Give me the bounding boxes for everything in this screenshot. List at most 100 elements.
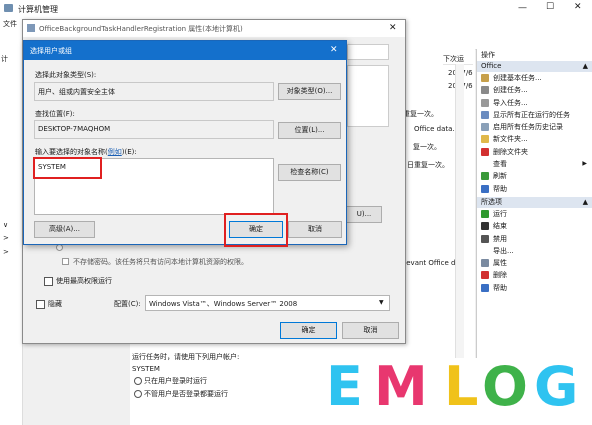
- location-label: 查找位置(F):: [35, 110, 75, 118]
- action-label: 删除文件夹: [493, 147, 528, 156]
- help-icon: [481, 184, 489, 193]
- select-users-dialog-titlebar: 选择用户或组 ✕: [24, 41, 346, 60]
- hidden-checkbox[interactable]: [36, 300, 45, 309]
- action-item[interactable]: 创建基本任务...: [477, 72, 592, 84]
- close-icon[interactable]: ✕: [389, 23, 397, 33]
- check-names-button[interactable]: 检查名称(C): [278, 164, 341, 181]
- action-label: 创建基本任务...: [493, 74, 542, 82]
- run-as-value: SYSTEM: [132, 365, 160, 373]
- close-icon[interactable]: ✕: [574, 2, 582, 12]
- tree-expand-icon[interactable]: >: [3, 248, 9, 256]
- collapse-up-icon[interactable]: ▲: [583, 61, 588, 72]
- trigger-text: 日重复一次。: [407, 161, 449, 169]
- action-item[interactable]: 新文件夹...: [477, 133, 592, 145]
- highlight-ok-button: [224, 213, 288, 247]
- run-logged-on-radio[interactable]: [134, 377, 142, 385]
- action-item[interactable]: 导出...: [477, 245, 592, 257]
- action-label: 帮助: [493, 184, 507, 193]
- emlog-watermark: EMLOG: [322, 355, 592, 425]
- locations-button[interactable]: 位置(L)...: [278, 122, 341, 139]
- collapse-up-icon[interactable]: ▲: [583, 197, 588, 208]
- action-label: 查看: [493, 160, 507, 169]
- main-window-title: 计算机管理: [18, 5, 58, 14]
- examples-link[interactable]: 例如: [108, 148, 122, 156]
- action-label: 属性: [493, 259, 507, 268]
- action-item[interactable]: 刷新: [477, 170, 592, 182]
- config-select[interactable]: Windows Vista™、Windows Server™ 2008 ▼: [145, 295, 390, 311]
- action-label: 运行: [493, 209, 507, 218]
- action-item[interactable]: 帮助: [477, 183, 592, 195]
- properties-cancel-button[interactable]: 取消: [342, 322, 399, 339]
- watermark-letter: M: [374, 355, 428, 418]
- run-whether-logged-on-radio[interactable]: [134, 390, 142, 398]
- end-icon: [481, 222, 489, 231]
- do-not-store-password-checkbox[interactable]: [62, 258, 69, 265]
- actions-section-office[interactable]: Office ▲: [477, 61, 592, 72]
- vertical-scrollbar[interactable]: [455, 64, 464, 364]
- action-label: 新文件夹...: [493, 135, 528, 144]
- select-cancel-button[interactable]: 取消: [288, 221, 342, 238]
- close-icon[interactable]: ✕: [330, 45, 338, 55]
- highlight-name-input: [33, 157, 102, 179]
- chevron-down-icon: ▼: [379, 299, 384, 306]
- watermark-letter: G: [534, 355, 579, 418]
- config-label: 配置(C):: [114, 300, 141, 308]
- location-field: DESKTOP-7MAQHOM: [34, 120, 274, 139]
- tree-expand-icon[interactable]: >: [3, 234, 9, 242]
- actions-list-selected: 运行结束禁用导出... 属性 删除帮助: [477, 208, 592, 294]
- action-item[interactable]: 查看 ▶: [477, 158, 592, 170]
- action-label: 帮助: [493, 283, 507, 292]
- action-item[interactable]: 删除文件夹: [477, 146, 592, 158]
- select-users-dialog-title: 选择用户或组: [30, 47, 72, 55]
- properties-tab-header[interactable]: [347, 44, 389, 60]
- computer-management-icon: [4, 4, 13, 12]
- advanced-button[interactable]: 高级(A)...: [34, 221, 95, 238]
- watermark-letter: L: [444, 355, 479, 418]
- object-name-label-suffix: )(E):: [121, 148, 137, 156]
- properties-dialog-titlebar: OfficeBackgroundTaskHandlerRegistration …: [23, 20, 405, 37]
- minimize-icon[interactable]: —: [518, 3, 527, 13]
- action-item[interactable]: 禁用: [477, 233, 592, 245]
- action-item[interactable]: 删除: [477, 269, 592, 281]
- change-user-button[interactable]: U)...: [346, 206, 382, 223]
- task-icon: [27, 24, 35, 32]
- action-item[interactable]: 属性: [477, 257, 592, 269]
- action-item[interactable]: 运行: [477, 208, 592, 220]
- run-whether-logged-on-label: 不管用户是否登录都要运行: [144, 390, 228, 398]
- watermark-letter: E: [326, 355, 363, 418]
- menu-file[interactable]: 文件: [3, 19, 17, 29]
- object-name-label-prefix: 输入要选择的对象名称(: [35, 148, 108, 156]
- action-item[interactable]: 结束: [477, 220, 592, 232]
- actions-header: 操作: [481, 51, 495, 59]
- help-icon: [481, 283, 489, 292]
- create-task-icon: [481, 86, 489, 95]
- action-item[interactable]: 创建任务...: [477, 84, 592, 96]
- select-users-dialog: 选择用户或组 ✕ 选择此对象类型(S): 用户、组或内置安全主体 对象类型(O)…: [23, 40, 347, 247]
- action-label: 显示所有正在运行的任务: [493, 110, 570, 119]
- action-label: 禁用: [493, 234, 507, 243]
- action-label: 创建任务...: [493, 86, 528, 95]
- properties-ok-button[interactable]: 确定: [280, 322, 337, 339]
- object-types-button[interactable]: 对象类型(O)...: [278, 83, 341, 100]
- tree-root-label[interactable]: 计: [1, 54, 8, 64]
- run-whether-logged-on-radio[interactable]: [56, 244, 63, 251]
- new-folder-icon: [481, 135, 489, 144]
- import-task-icon: [481, 98, 489, 107]
- history-icon: [481, 123, 489, 132]
- description-field[interactable]: [347, 65, 389, 127]
- maximize-icon[interactable]: ☐: [546, 2, 554, 12]
- tree-collapse-icon[interactable]: ∨: [3, 221, 8, 229]
- action-item[interactable]: 显示所有正在运行的任务: [477, 109, 592, 121]
- delete-folder-icon: [481, 147, 489, 156]
- action-item[interactable]: 帮助: [477, 282, 592, 294]
- submenu-arrow-icon: ▶: [582, 160, 587, 168]
- config-select-value: Windows Vista™、Windows Server™ 2008: [149, 300, 298, 308]
- hidden-label: 隐藏: [48, 300, 62, 308]
- properties-icon: [481, 259, 489, 268]
- action-item[interactable]: 启用所有任务历史记录: [477, 121, 592, 133]
- actions-section-selected[interactable]: 所选项 ▲: [477, 196, 592, 208]
- action-label: 导入任务...: [493, 98, 528, 107]
- action-item[interactable]: 导入任务...: [477, 97, 592, 109]
- highest-privileges-checkbox[interactable]: [44, 277, 53, 286]
- disable-icon: [481, 234, 489, 243]
